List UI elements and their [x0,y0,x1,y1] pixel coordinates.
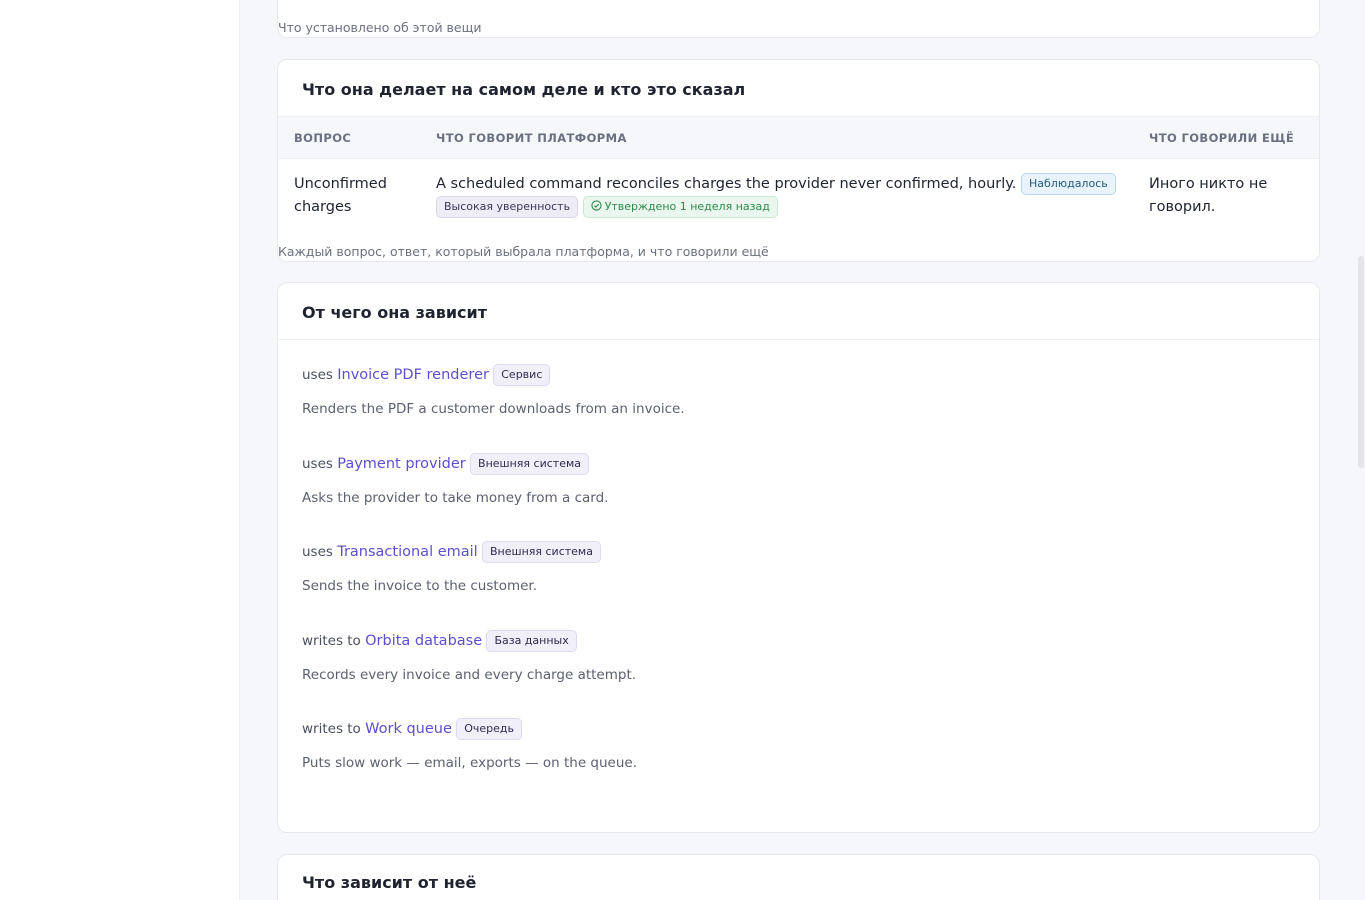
dependency-item: writes to Work queue Очередь Puts slow w… [302,717,1202,771]
dependency-item: writes to Orbita database База данных Re… [302,629,1202,683]
sidebar [0,0,240,900]
cell-others: Иного никто не говорил. [1149,176,1268,215]
main-content: Что установлено об этой вещи Что она дел… [240,0,1357,900]
dependencies-title: От чего она зависит [302,303,488,322]
cell-question: Unconfirmed charges [294,176,387,215]
dependency-description: Asks the provider to take money from a c… [302,490,609,506]
dependency-relation: uses [302,367,333,383]
dependency-link[interactable]: Transactional email [337,544,477,560]
column-header-others: ЧТО ГОВОРИЛИ ЕЩЁ [1149,131,1295,145]
dependency-description: Sends the invoice to the customer. [302,578,538,594]
kind-badge: Внешняя система [482,541,601,563]
established-caption: Что установлено об этой вещи [278,20,482,35]
dependencies-card: От чего она зависит uses Invoice PDF ren… [277,282,1320,833]
dependency-relation: writes to [302,633,361,649]
kind-badge: База данных [486,630,577,652]
cell-answer: A scheduled command reconciles charges t… [436,173,1116,219]
dependency-item: uses Payment provider Внешняя система As… [302,452,1202,506]
column-header-platform: ЧТО ГОВОРИТ ПЛАТФОРМА [436,131,627,145]
kind-badge: Очередь [456,718,522,740]
dependency-description: Renders the PDF a customer downloads fro… [302,401,685,417]
table-header: ВОПРОС ЧТО ГОВОРИТ ПЛАТФОРМА ЧТО ГОВОРИЛ… [278,116,1319,159]
dependency-relation: uses [302,456,333,472]
dependency-description: Records every invoice and every charge a… [302,667,637,683]
dependency-relation: writes to [302,721,361,737]
kind-badge: Внешняя система [470,453,589,475]
behavior-card: Что она делает на самом деле и кто это с… [277,59,1320,262]
dependency-link[interactable]: Payment provider [337,456,466,472]
dependency-description: Puts slow work — email, exports — on the… [302,755,638,771]
divider [278,339,1319,340]
dependency-link[interactable]: Invoice PDF renderer [337,367,489,383]
dependents-card: Что зависит от неё [277,854,1320,900]
dependency-link[interactable]: Work queue [365,721,452,737]
scrollbar-thumb[interactable] [1358,256,1364,468]
scrollbar[interactable] [1357,0,1365,900]
dependency-link[interactable]: Orbita database [365,633,482,649]
answer-text: A scheduled command reconciles charges t… [436,176,1017,192]
dependency-item: uses Transactional email Внешняя система… [302,540,1202,594]
check-circle-icon [591,200,605,213]
behavior-caption: Каждый вопрос, ответ, который выбрала пл… [278,244,769,259]
approved-badge: Утверждено 1 неделя назад [582,196,778,218]
confidence-badge: Высокая уверенность [436,196,579,218]
dependency-item: uses Invoice PDF renderer Сервис Renders… [302,363,1202,417]
approved-text: Утверждено 1 неделя назад [604,200,770,213]
observed-badge: Наблюдалось [1021,173,1116,195]
column-header-question: ВОПРОС [294,131,352,145]
established-card: Что установлено об этой вещи [277,0,1320,38]
dependency-relation: uses [302,544,333,560]
dependents-title: Что зависит от неё [302,873,477,892]
kind-badge: Сервис [493,364,551,386]
behavior-title: Что она делает на самом деле и кто это с… [302,80,746,99]
